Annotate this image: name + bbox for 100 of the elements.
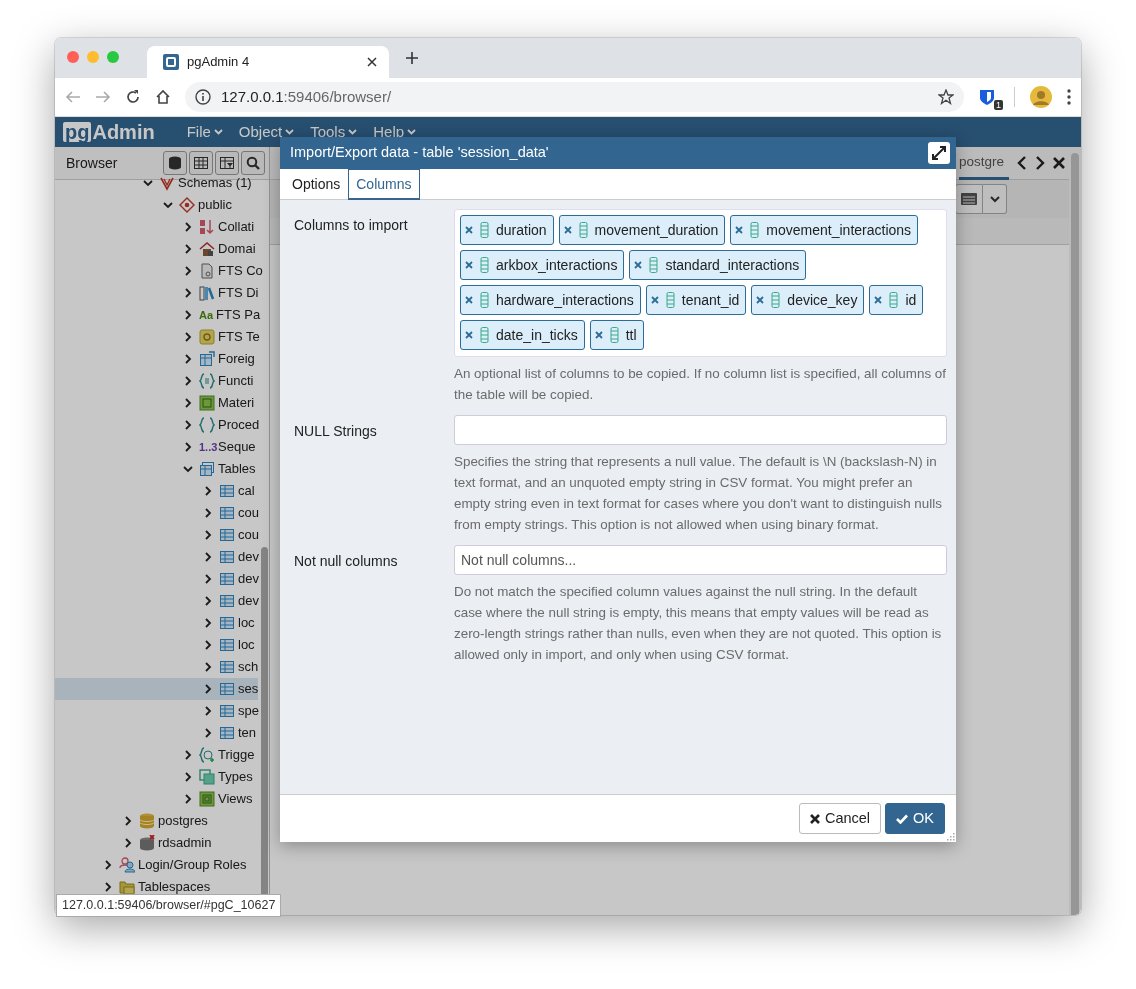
tree-item[interactable]: loc [238,635,255,655]
tree-item[interactable]: cou [238,503,259,523]
chevron-icon[interactable] [203,574,213,584]
tree-item[interactable]: Foreig [218,349,255,369]
tree-item[interactable]: dev [238,547,259,567]
column-tag[interactable]: arkbox_interactions [460,250,625,280]
chevron-icon[interactable] [203,486,213,496]
browser-tab[interactable]: pgAdmin 4 [147,46,389,78]
chevron-icon[interactable] [203,530,213,540]
tree-item[interactable]: rdsadmin [158,833,212,853]
tree-item[interactable]: cou [238,525,259,545]
chevron-icon[interactable] [183,376,193,386]
list-button[interactable] [955,184,983,214]
remove-icon[interactable] [465,261,473,269]
search-button[interactable] [241,151,265,175]
avatar-icon[interactable] [1029,85,1053,109]
tree-item[interactable]: public [198,195,232,215]
tree-item[interactable]: ses [238,679,259,699]
tree-item[interactable]: Functi [218,371,254,391]
chevron-icon[interactable] [203,706,213,716]
selected-row[interactable]: ses [55,678,258,700]
tree-item[interactable]: Domai [218,239,256,259]
menu-item[interactable]: Help [373,120,417,144]
column-tag[interactable]: tenant_id [645,285,747,315]
column-tag[interactable]: hardware_interactions [460,285,641,315]
chevron-icon[interactable] [183,354,193,364]
tree-item[interactable]: Tables [218,459,256,479]
column-tag[interactable]: id [869,285,924,315]
close-icon[interactable] [367,57,377,67]
database-button[interactable] [163,151,187,175]
chevron-icon[interactable] [183,772,193,782]
chevron-icon[interactable] [183,794,193,804]
tree-item[interactable]: Collati [218,217,255,237]
column-tag[interactable]: standard_interactions [629,250,807,280]
chevron-icon[interactable] [103,882,113,892]
chevron-right-icon[interactable] [1035,156,1045,170]
tree-item[interactable]: postgres [158,811,208,831]
remove-icon[interactable] [756,296,765,304]
maximize-button[interactable] [928,142,950,164]
table-button[interactable] [189,151,213,175]
tree-item[interactable]: Schemas (1) [178,173,252,193]
chevron-icon[interactable] [183,464,193,474]
tree-item[interactable]: dev [238,569,259,589]
tree-item[interactable]: FTS Pa [216,305,261,325]
chevron-icon[interactable] [203,618,213,628]
cancel-button[interactable]: Cancel [798,803,882,834]
tree-item[interactable]: sch [238,657,259,677]
address-bar[interactable]: 127.0.0.1:59406/browser/ [185,82,964,112]
new-tab-icon[interactable] [405,51,419,65]
column-tag[interactable]: movement_duration [558,215,726,245]
tree-item[interactable]: FTS Co [218,261,263,281]
tree-item[interactable]: Trigge [218,745,255,765]
scrollbar[interactable] [1071,153,1079,915]
tree-item[interactable]: Materi [218,393,255,413]
dialog-tab[interactable]: Columns [348,169,420,200]
menu-icon[interactable] [1067,89,1071,105]
extension-button[interactable]: 1 [978,86,1000,108]
column-tag[interactable]: duration [460,215,554,245]
column-tag[interactable]: date_in_ticks [460,320,585,350]
ok-button[interactable]: OK [885,803,945,834]
tree-item[interactable]: Tablespaces [138,877,211,897]
tree-item[interactable]: Proced [218,415,260,435]
column-tag[interactable]: movement_interactions [730,215,919,245]
tree-item[interactable]: Login/Group Roles [138,855,247,875]
remove-icon[interactable] [650,296,659,304]
chevron-icon[interactable] [203,684,213,694]
chevron-icon[interactable] [183,332,193,342]
chevron-icon[interactable] [103,860,113,870]
text-field[interactable] [454,415,947,445]
chevron-icon[interactable] [203,640,213,650]
chevron-icon[interactable] [123,816,133,826]
chevron-icon[interactable] [203,596,213,606]
chevron-icon[interactable] [183,288,193,298]
tag-input[interactable]: duration movement_duration movement_interactions arkbox_interactions standard_interactions hardware_interactions tenant_id device_key id date_in_ticks ttl [454,209,947,357]
chevron-icon[interactable] [183,310,193,320]
tree-item[interactable]: dev [238,591,259,611]
menu-item[interactable]: Tools [310,120,358,144]
chevron-icon[interactable] [183,244,193,254]
chevron-left-icon[interactable] [1017,156,1027,170]
tree-item[interactable]: loc [238,613,255,633]
tree-item[interactable]: Types [218,767,253,787]
chevron-icon[interactable] [183,750,193,760]
reload-icon[interactable] [125,89,141,105]
menu-item[interactable]: Object [238,120,295,144]
tree-item[interactable]: FTS Di [218,283,259,303]
chevron-icon[interactable] [183,398,193,408]
tree-item[interactable]: spe [238,701,259,721]
tree-item[interactable]: cal [238,481,255,501]
remove-icon[interactable] [465,226,473,234]
remove-icon[interactable] [465,331,473,339]
chevron-icon[interactable] [143,178,153,188]
chevron-icon[interactable] [203,728,213,738]
tree-item[interactable]: Views [218,789,253,809]
remove-icon[interactable] [634,261,643,269]
menu-item[interactable]: File [186,120,223,144]
chevron-icon[interactable] [183,442,193,452]
chevron-icon[interactable] [203,552,213,562]
tree-item[interactable]: FTS Te [218,327,260,347]
select-field[interactable]: Not null columns... [454,545,947,575]
tree-item[interactable]: ten [238,723,257,743]
